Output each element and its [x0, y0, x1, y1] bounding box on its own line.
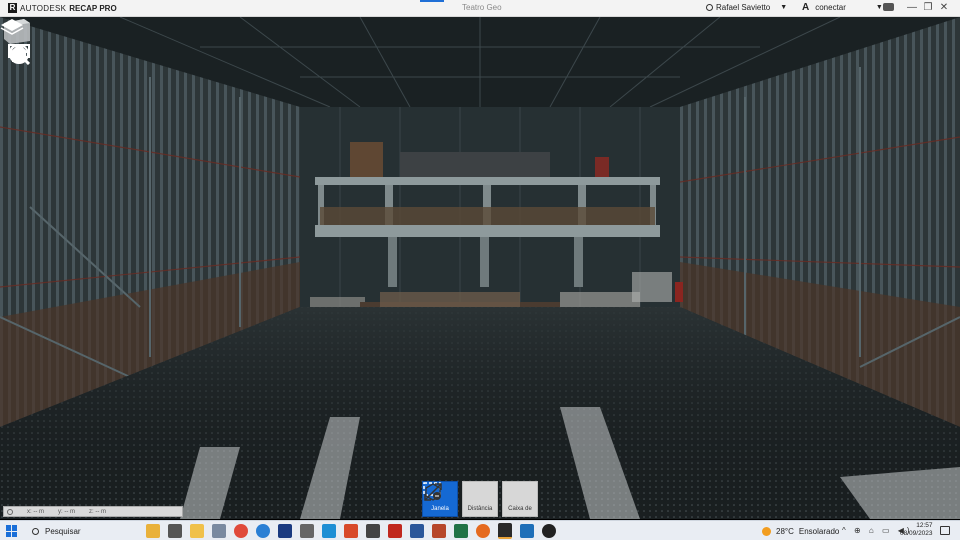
minimize-icon[interactable]: — — [904, 2, 920, 13]
weather-temp: 28°C — [776, 526, 794, 536]
search-icon — [9, 44, 30, 65]
y-coordinate: y: -- m — [58, 508, 75, 515]
pinned-apps — [146, 523, 556, 539]
app-icon[interactable] — [322, 524, 336, 538]
title-bar: R AUTODESK RECAP PRO Teatro Geo Rafael S… — [0, 0, 960, 17]
chrome-icon[interactable] — [234, 524, 248, 538]
search-button[interactable] — [8, 44, 32, 185]
project-title: Teatro Geo — [462, 3, 502, 12]
weather-text: Ensolarado — [798, 526, 840, 536]
close-icon[interactable]: ✕ — [936, 2, 952, 13]
chevron-down-icon: ▼ — [780, 4, 788, 11]
taskbar-search[interactable]: Pesquisar — [32, 527, 140, 536]
revit-icon[interactable] — [278, 524, 292, 538]
chevron-down-icon: ▼ — [875, 4, 883, 11]
active-tab-indicator — [420, 0, 444, 2]
display-settings-button[interactable] — [8, 44, 32, 105]
weather-widget[interactable]: 28°C Ensolarado — [762, 521, 839, 540]
window-select-label: Janela — [431, 506, 449, 512]
autodesk-a-icon: A — [802, 2, 810, 13]
point-cloud-scene — [0, 17, 960, 519]
limit-box-button[interactable]: Caixa de — [425, 481, 538, 517]
point-cloud-viewport[interactable]: Janela Distância Caixa de — [0, 17, 960, 519]
notification-icon[interactable] — [940, 526, 950, 535]
coordinates-readout: x: -- m y: -- m z: -- m — [3, 506, 183, 517]
clock-time: 12:57 — [916, 522, 933, 529]
search-placeholder: Pesquisar — [45, 526, 81, 536]
chat-icon[interactable] — [883, 3, 894, 11]
recap-pro-window: R AUTODESK RECAP PRO Teatro Geo Rafael S… — [0, 0, 960, 540]
app-icon[interactable] — [432, 524, 446, 538]
measure-toolbar: Janela Distância Caixa de — [422, 481, 538, 517]
x-coordinate: x: -- m — [27, 508, 44, 515]
word-icon[interactable] — [410, 524, 424, 538]
search-icon — [32, 527, 39, 535]
app-icon[interactable] — [520, 524, 534, 538]
user-icon — [706, 4, 713, 11]
app-icon[interactable] — [300, 524, 314, 538]
connect-menu[interactable]: A conectar ▼ — [802, 2, 883, 13]
user-menu[interactable]: Rafael Savietto ▼ — [706, 3, 787, 12]
autodesk-r-logo-icon: R — [8, 3, 17, 13]
limit-box-icon — [425, 483, 441, 501]
recap-icon[interactable] — [498, 523, 512, 539]
distance-button[interactable]: Distância — [424, 481, 498, 517]
media-player-icon[interactable] — [542, 524, 556, 538]
window-controls: — ❐ ✕ — [904, 2, 952, 13]
sun-icon — [762, 526, 771, 536]
connect-label: conectar — [815, 3, 846, 12]
coordinates-icon — [7, 508, 13, 515]
z-coordinate: z: -- m — [89, 508, 106, 515]
calculator-icon[interactable] — [212, 524, 226, 538]
app-icon[interactable] — [366, 524, 380, 538]
brand-name: AUTODESK — [20, 3, 67, 13]
app-icon[interactable] — [344, 524, 358, 538]
distance-label: Distância — [467, 506, 493, 512]
firefox-icon[interactable] — [476, 524, 490, 538]
acrobat-icon[interactable] — [388, 524, 402, 538]
user-name: Rafael Savietto — [716, 3, 771, 12]
widgets-icon[interactable] — [146, 524, 160, 538]
restore-icon[interactable]: ❐ — [920, 2, 936, 13]
windows-start-icon[interactable] — [6, 525, 18, 537]
product-name: RECAP PRO — [69, 3, 117, 13]
task-view-icon[interactable] — [168, 524, 182, 538]
clock-date: 08/09/2023 — [900, 530, 933, 537]
navigation-button[interactable] — [8, 44, 32, 145]
navigation-toolbar — [8, 43, 32, 185]
clock[interactable]: 12:57 08/09/2023 — [900, 522, 933, 538]
layers-icon[interactable] — [0, 17, 24, 37]
file-explorer-icon[interactable] — [190, 524, 204, 538]
windows-taskbar: Pesquisar 28°C Ensolarado ^ ⊕ ⌂ ▭ ◀) 12:… — [0, 520, 960, 540]
excel-icon[interactable] — [454, 524, 468, 538]
edge-icon[interactable] — [256, 524, 270, 538]
limit-box-label: Caixa de — [508, 506, 532, 512]
app-brand: R AUTODESK RECAP PRO — [8, 3, 117, 13]
